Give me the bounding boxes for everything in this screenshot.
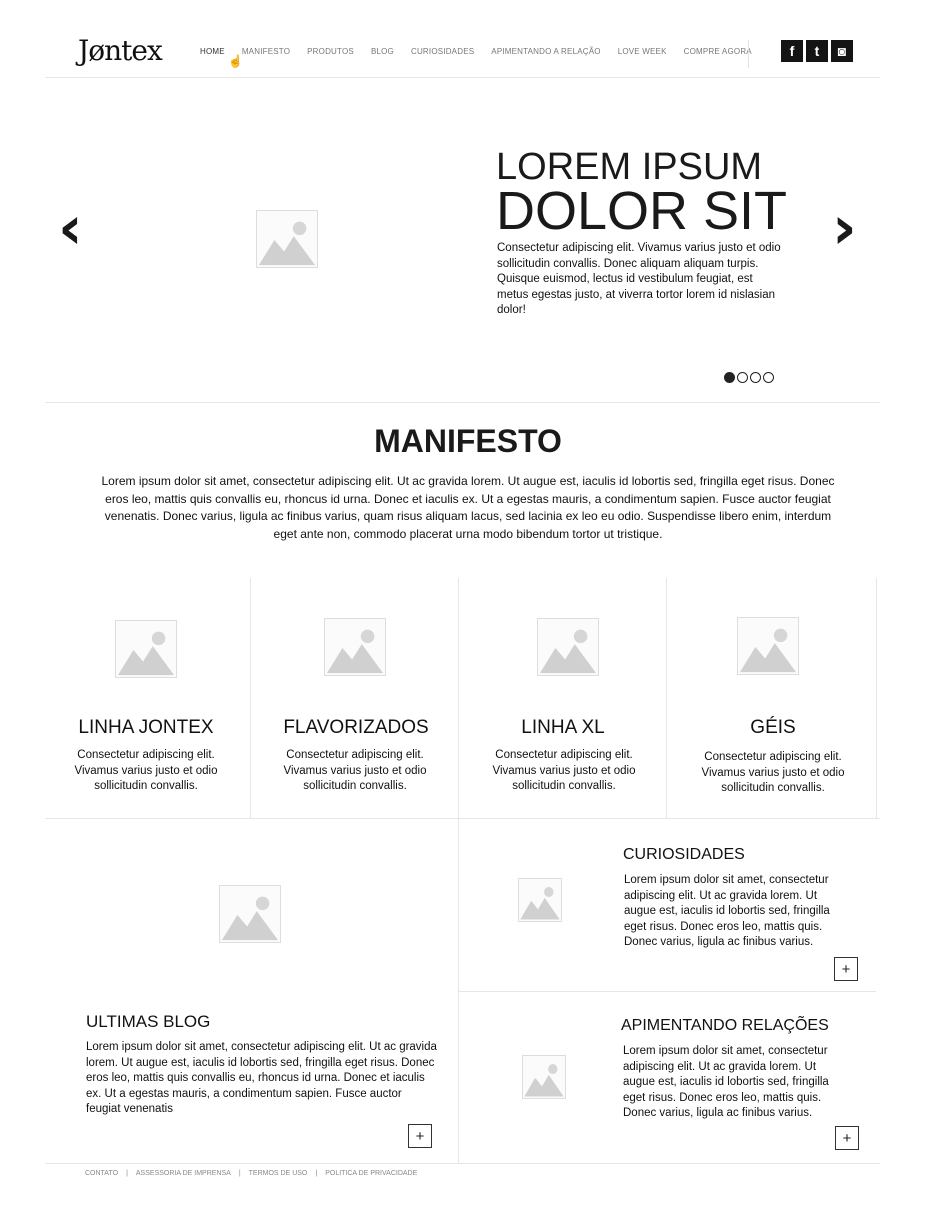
product-text: Consectetur adipiscing elit. Vivamus var…	[74, 749, 218, 792]
footer-link-privacidade[interactable]: POLITICA DE PRIVACIDADE	[325, 1170, 417, 1177]
blog-title[interactable]: ULTIMAS BLOG	[86, 1012, 210, 1032]
nav-blog[interactable]: BLOG	[371, 47, 394, 56]
footer-separator: |	[238, 1170, 241, 1177]
footer-divider	[45, 1163, 880, 1164]
blog-more-button[interactable]: +	[408, 1124, 432, 1148]
footer-separator: |	[315, 1170, 318, 1177]
nav-apimentando-a-relacao[interactable]: APIMENTANDO A RELAÇÃO	[491, 47, 600, 56]
nav-curiosidades[interactable]: CURIOSIDADES	[411, 47, 474, 56]
slider-pagination	[724, 372, 774, 383]
footer-link-termos[interactable]: TERMOS DE USO	[249, 1170, 308, 1177]
footer-separator: |	[126, 1170, 128, 1177]
header-divider	[45, 77, 880, 78]
nav-love-week[interactable]: LOVE WEEK	[618, 47, 667, 56]
product-title-flavorizados[interactable]: FLAVORIZADOS	[256, 717, 456, 739]
product-image-placeholder-icon[interactable]	[115, 620, 177, 678]
instagram-icon[interactable]: ◙	[831, 40, 853, 62]
nav-produtos[interactable]: PRODUTOS	[307, 47, 354, 56]
hero-divider	[45, 402, 880, 403]
apimentando-title[interactable]: APIMENTANDO RELAÇÕES	[621, 1017, 829, 1035]
grid-divider	[666, 578, 667, 818]
footer-link-assessoria[interactable]: ASSESSORIA DE IMPRENSA	[136, 1170, 231, 1177]
product-text: Consectetur adipiscing elit. Vivamus var…	[492, 749, 636, 792]
main-nav: HOME MANIFESTO PRODUTOS BLOG CURIOSIDADE…	[200, 47, 769, 56]
nav-manifesto[interactable]: MANIFESTO	[242, 47, 290, 56]
grid-divider	[250, 578, 251, 818]
product-image-placeholder-icon[interactable]	[737, 617, 799, 675]
product-image-placeholder-icon[interactable]	[537, 618, 599, 676]
hero-title-line2: DOLOR SIT	[496, 181, 788, 241]
nav-home[interactable]: HOME	[200, 47, 225, 56]
jontex-logo[interactable]: Jøntex	[78, 34, 163, 67]
apimentando-text: Lorem ipsum dolor sit amet, consectetur …	[623, 1045, 829, 1119]
facebook-icon[interactable]: f	[781, 40, 803, 62]
apimentando-more-button[interactable]: +	[835, 1126, 859, 1150]
product-title-linha-xl[interactable]: LINHA XL	[463, 717, 663, 739]
hero-text: Consectetur adipiscing elit. Vivamus var…	[497, 242, 781, 316]
grid-divider	[458, 578, 459, 818]
footer-links: CONTATO | ASSESSORIA DE IMPRENSA | TERMO…	[85, 1170, 417, 1177]
twitter-icon[interactable]: t	[806, 40, 828, 62]
product-title-linha-jontex[interactable]: LINHA JONTEX	[46, 717, 246, 739]
blog-text: Lorem ipsum dolor sit amet, consectetur …	[86, 1041, 437, 1115]
curiosidades-text: Lorem ipsum dolor sit amet, consectetur …	[624, 874, 830, 948]
curiosidades-more-button[interactable]: +	[834, 957, 858, 981]
product-text: Consectetur adipiscing elit. Vivamus var…	[283, 749, 427, 792]
product-image-placeholder-icon[interactable]	[324, 618, 386, 676]
slider-next-arrow-icon[interactable]: ›	[832, 198, 857, 258]
manifesto-title: MANIFESTO	[374, 423, 562, 459]
footer-link-contato[interactable]: CONTATO	[85, 1170, 118, 1177]
curiosidades-image-placeholder-icon[interactable]	[518, 878, 562, 922]
manifesto-text: Lorem ipsum dolor sit amet, consectetur …	[101, 474, 835, 541]
slider-dot[interactable]	[737, 372, 748, 383]
product-title-geis[interactable]: GÉIS	[673, 717, 873, 739]
hand-cursor-icon: ☝	[228, 54, 243, 68]
block-divider	[458, 991, 876, 992]
hero-image-placeholder-icon	[256, 210, 318, 268]
grid-divider	[45, 818, 880, 819]
social-links: f t ◙	[781, 40, 853, 62]
product-text: Consectetur adipiscing elit. Vivamus var…	[701, 751, 845, 794]
grid-divider	[876, 578, 877, 818]
blog-image-placeholder-icon[interactable]	[219, 885, 281, 943]
curiosidades-title[interactable]: CURIOSIDADES	[623, 846, 745, 864]
nav-compre-agora[interactable]: COMPRE AGORA	[684, 47, 752, 56]
nav-divider	[748, 40, 749, 68]
apimentando-image-placeholder-icon[interactable]	[522, 1055, 566, 1099]
slider-prev-arrow-icon[interactable]: ‹	[58, 198, 83, 258]
slider-dot[interactable]	[724, 372, 735, 383]
slider-dot[interactable]	[763, 372, 774, 383]
slider-dot[interactable]	[750, 372, 761, 383]
